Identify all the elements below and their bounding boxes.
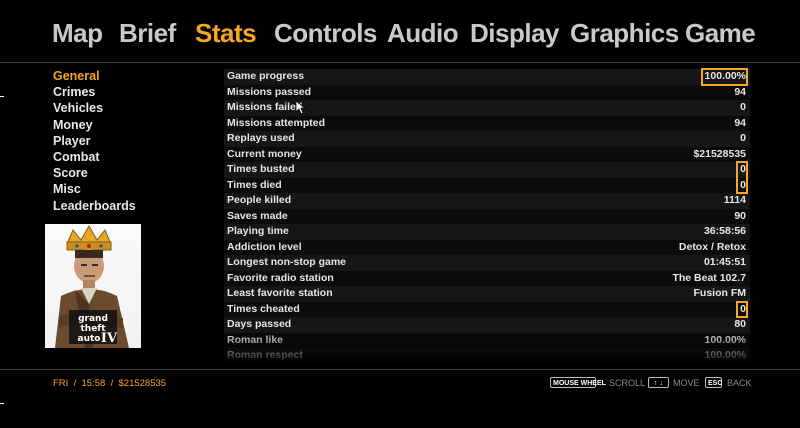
stat-label: Saves made xyxy=(227,209,288,222)
value-highlight xyxy=(736,300,748,318)
stat-row: People killed 1114 xyxy=(224,193,750,209)
stat-row: Roman respect 100.00% xyxy=(224,348,750,362)
top-nav: Map Brief Stats Controls Audio Display G… xyxy=(0,0,800,62)
stat-row: Days passed 80 xyxy=(224,317,750,333)
stat-value: 94 xyxy=(734,85,746,98)
sidebar-item-money[interactable]: Money xyxy=(53,117,136,133)
tab-stats[interactable]: Stats xyxy=(195,16,257,50)
stat-row: Saves made 90 xyxy=(224,208,750,224)
esc-key: ESC xyxy=(705,377,722,388)
time-label: 15:58 xyxy=(81,378,106,389)
stat-value: 80 xyxy=(734,318,746,330)
stat-label: Playing time xyxy=(227,225,289,237)
stat-label: Days passed xyxy=(227,318,292,330)
tab-graphics[interactable]: Graphics xyxy=(570,16,679,50)
game-logo-line3: auto xyxy=(78,334,101,344)
stat-value: $21528535 xyxy=(693,147,746,160)
stat-row: Playing time 36:58:56 xyxy=(224,224,750,240)
stat-value: The Beat 102.7 xyxy=(672,271,746,284)
stat-row: Game progress 100.00% xyxy=(224,69,750,85)
sidebar-item-combat[interactable]: Combat xyxy=(53,149,136,165)
arrow-keys-icon: ↑ ↓ xyxy=(648,377,669,388)
sidebar-item-leaderboards[interactable]: Leaderboards xyxy=(53,198,136,214)
scroll-hint: SCROLL xyxy=(609,378,646,388)
stat-label: Favorite radio station xyxy=(227,271,334,284)
tab-audio[interactable]: Audio xyxy=(387,16,459,50)
stat-label: Longest non-stop game xyxy=(227,256,346,268)
stat-label: Roman like xyxy=(227,333,284,346)
stat-label: Current money xyxy=(227,147,302,160)
game-logo-numeral: IV xyxy=(101,331,118,346)
stat-row: Roman like 100.00% xyxy=(224,332,750,348)
tab-brief[interactable]: Brief xyxy=(119,16,176,50)
stat-label: Missions failed xyxy=(227,101,303,113)
tab-map[interactable]: Map xyxy=(52,16,103,50)
sidebar-item-score[interactable]: Score xyxy=(53,165,136,181)
stat-row: Times cheated 0 xyxy=(224,301,750,317)
separator: / xyxy=(73,378,77,389)
character-illustration: grand theft auto IV xyxy=(55,224,129,348)
stat-row: Missions passed 94 xyxy=(224,84,750,100)
stat-row: Times died 0 xyxy=(224,177,750,193)
stat-row: Current money $21528535 xyxy=(224,146,750,162)
stat-label: People killed xyxy=(227,194,292,206)
stat-value: 36:58:56 xyxy=(703,225,746,237)
stat-label: Roman respect xyxy=(227,349,303,361)
stat-label: Times busted xyxy=(227,163,295,175)
stat-row: Least favorite station Fusion FM xyxy=(224,286,750,302)
stat-label: Replays used xyxy=(227,132,295,144)
crown-icon xyxy=(66,224,112,245)
stat-label: Least favorite station xyxy=(227,287,333,299)
tab-controls[interactable]: Controls xyxy=(274,16,377,50)
stat-row: Addiction level Detox / Retox xyxy=(224,239,750,255)
stat-label: Addiction level xyxy=(227,240,302,253)
player-portrait: grand theft auto IV xyxy=(45,224,141,348)
stat-value: 1114 xyxy=(723,194,746,206)
stat-value: 01:45:51 xyxy=(703,256,746,268)
sidebar-item-player[interactable]: Player xyxy=(53,133,136,149)
stats-category-list: General Crimes Vehicles Money Player Com… xyxy=(53,68,136,214)
bottom-divider xyxy=(0,369,800,370)
stat-label: Game progress xyxy=(227,70,305,82)
stat-value: 90 xyxy=(734,209,746,222)
stat-label: Missions passed xyxy=(227,85,312,98)
mouse-cursor-icon xyxy=(296,101,306,115)
money-label: $21528535 xyxy=(118,378,167,389)
value-highlight xyxy=(700,68,748,86)
edge-mark xyxy=(0,96,4,97)
move-hint: MOVE xyxy=(673,378,700,388)
stat-row: Missions attempted 94 xyxy=(224,115,750,131)
tab-display[interactable]: Display xyxy=(470,16,560,50)
edge-mark xyxy=(0,403,4,404)
stat-row: Times busted 0 xyxy=(224,162,750,178)
sidebar-item-misc[interactable]: Misc xyxy=(53,181,136,197)
stat-value: 100.00% xyxy=(704,333,746,346)
mouse-wheel-key: MOUSE WHEEL xyxy=(550,377,606,388)
tab-game[interactable]: Game xyxy=(685,16,756,50)
game-logo-line1: grand xyxy=(78,314,108,324)
top-divider xyxy=(0,62,800,63)
stat-value: 0 xyxy=(740,132,746,144)
day-label: FRI xyxy=(53,378,69,389)
stat-label: Times died xyxy=(227,178,282,191)
sidebar-item-crimes[interactable]: Crimes xyxy=(53,84,136,100)
separator: / xyxy=(110,378,114,389)
stat-value: 100.00% xyxy=(704,349,746,361)
stat-value: Fusion FM xyxy=(693,287,747,299)
stat-label: Missions attempted xyxy=(227,116,326,129)
stat-row: Favorite radio station The Beat 102.7 xyxy=(224,270,750,286)
stat-value: 0 xyxy=(740,101,746,113)
stat-label: Times cheated xyxy=(227,302,300,315)
stat-row: Longest non-stop game 01:45:51 xyxy=(224,255,750,271)
stat-row: Replays used 0 xyxy=(224,131,750,147)
stat-value: 94 xyxy=(734,116,746,129)
sidebar-item-general[interactable]: General xyxy=(53,68,136,84)
back-hint[interactable]: BACK xyxy=(727,378,752,388)
value-highlight xyxy=(736,161,748,194)
status-bar: FRI / 15:58 / $21528535 xyxy=(53,378,166,389)
sidebar-item-vehicles[interactable]: Vehicles xyxy=(53,100,136,116)
stat-value: Detox / Retox xyxy=(678,240,746,253)
